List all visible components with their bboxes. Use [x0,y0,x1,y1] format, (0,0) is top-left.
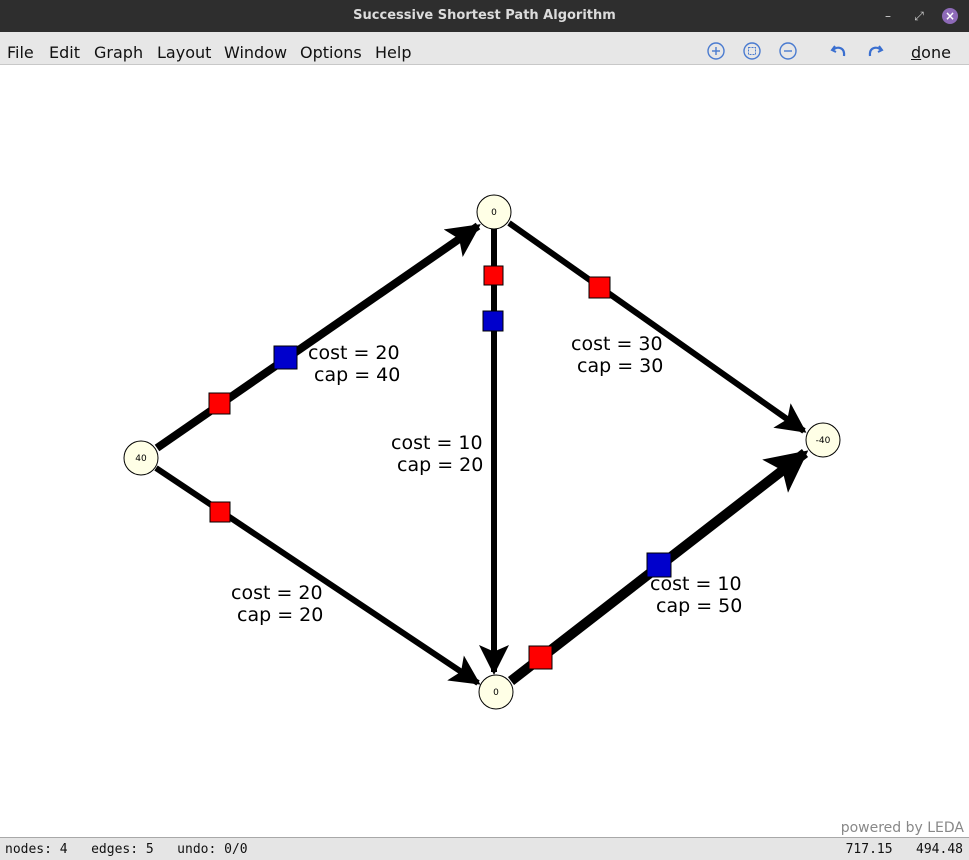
powered-by-watermark: powered by LEDA [840,820,964,836]
zoom-fit-icon[interactable] [742,41,762,61]
node-sink-label: -40 [816,436,831,446]
status-bar: nodes: 4 edges: 5 undo: 0/0 717.15 494.4… [0,837,969,860]
done-mnemonic: d [911,43,922,62]
redo-icon[interactable] [865,41,885,61]
edge-source-top[interactable] [154,222,481,452]
edge-bottom-sink-cost-label: cost = 10 [650,573,742,595]
node-top[interactable]: 0 [476,194,512,230]
graph-drawing: cost = 20 cap = 40 cost = 20 cap = 20 co… [123,194,841,710]
edge-source-bottom-marker-red[interactable] [209,501,231,523]
node-sink[interactable]: -40 [805,422,841,458]
edge-source-top-cap-label: cap = 40 [314,364,400,386]
done-button[interactable]: done [911,43,951,62]
edge-top-sink-cost-label: cost = 30 [571,333,663,355]
edge-top-sink[interactable] [507,220,807,434]
edge-top-bottom-marker-blue[interactable] [482,310,504,332]
menu-window[interactable]: Window [224,43,287,62]
edge-source-top-cost-label: cost = 20 [308,342,400,364]
menu-edit[interactable]: Edit [49,43,80,62]
menu-file[interactable]: File [7,43,34,62]
title-bar: Successive Shortest Path Algorithm – ⤢ × [0,0,969,32]
restore-icon[interactable]: ⤢ [911,8,927,24]
status-counts: nodes: 4 edges: 5 undo: 0/0 [5,842,248,857]
menu-layout[interactable]: Layout [157,43,211,62]
node-bottom[interactable]: 0 [478,674,514,710]
edge-source-top-marker-red[interactable] [208,392,231,415]
node-source[interactable]: 40 [123,440,159,476]
edge-source-bottom-cost-label: cost = 20 [231,582,323,604]
node-source-label: 40 [135,454,147,464]
minimize-icon[interactable]: – [880,8,896,24]
window-title: Successive Shortest Path Algorithm [353,8,616,23]
edge-bottom-sink-marker-red[interactable] [528,645,553,670]
edge-top-sink-marker-red[interactable] [588,276,611,299]
status-coordinates: 717.15 494.48 [845,842,963,857]
zoom-out-icon[interactable] [778,41,798,61]
edge-top-sink-cap-label: cap = 30 [577,355,663,377]
undo-icon[interactable] [829,41,849,61]
edge-source-bottom-cap-label: cap = 20 [237,604,323,626]
edge-source-bottom[interactable] [154,465,481,686]
done-label: one [921,43,951,62]
menu-options[interactable]: Options [300,43,362,62]
graph-canvas[interactable]: cost = 20 cap = 40 cost = 20 cap = 20 co… [0,65,969,837]
menu-graph[interactable]: Graph [94,43,143,62]
menu-bar: File Edit Graph Layout Window Options He… [0,32,969,65]
node-top-label: 0 [491,208,497,218]
edge-top-bottom-marker-red[interactable] [483,265,504,286]
edge-bottom-sink-cap-label: cap = 50 [656,595,742,617]
edge-top-bottom-cost-label: cost = 10 [391,432,483,454]
close-icon[interactable]: × [942,8,958,24]
node-bottom-label: 0 [493,688,499,698]
edge-top-bottom-cap-label: cap = 20 [397,454,483,476]
menu-help[interactable]: Help [375,43,411,62]
zoom-in-icon[interactable] [706,41,726,61]
edge-source-top-marker-blue[interactable] [273,345,298,370]
